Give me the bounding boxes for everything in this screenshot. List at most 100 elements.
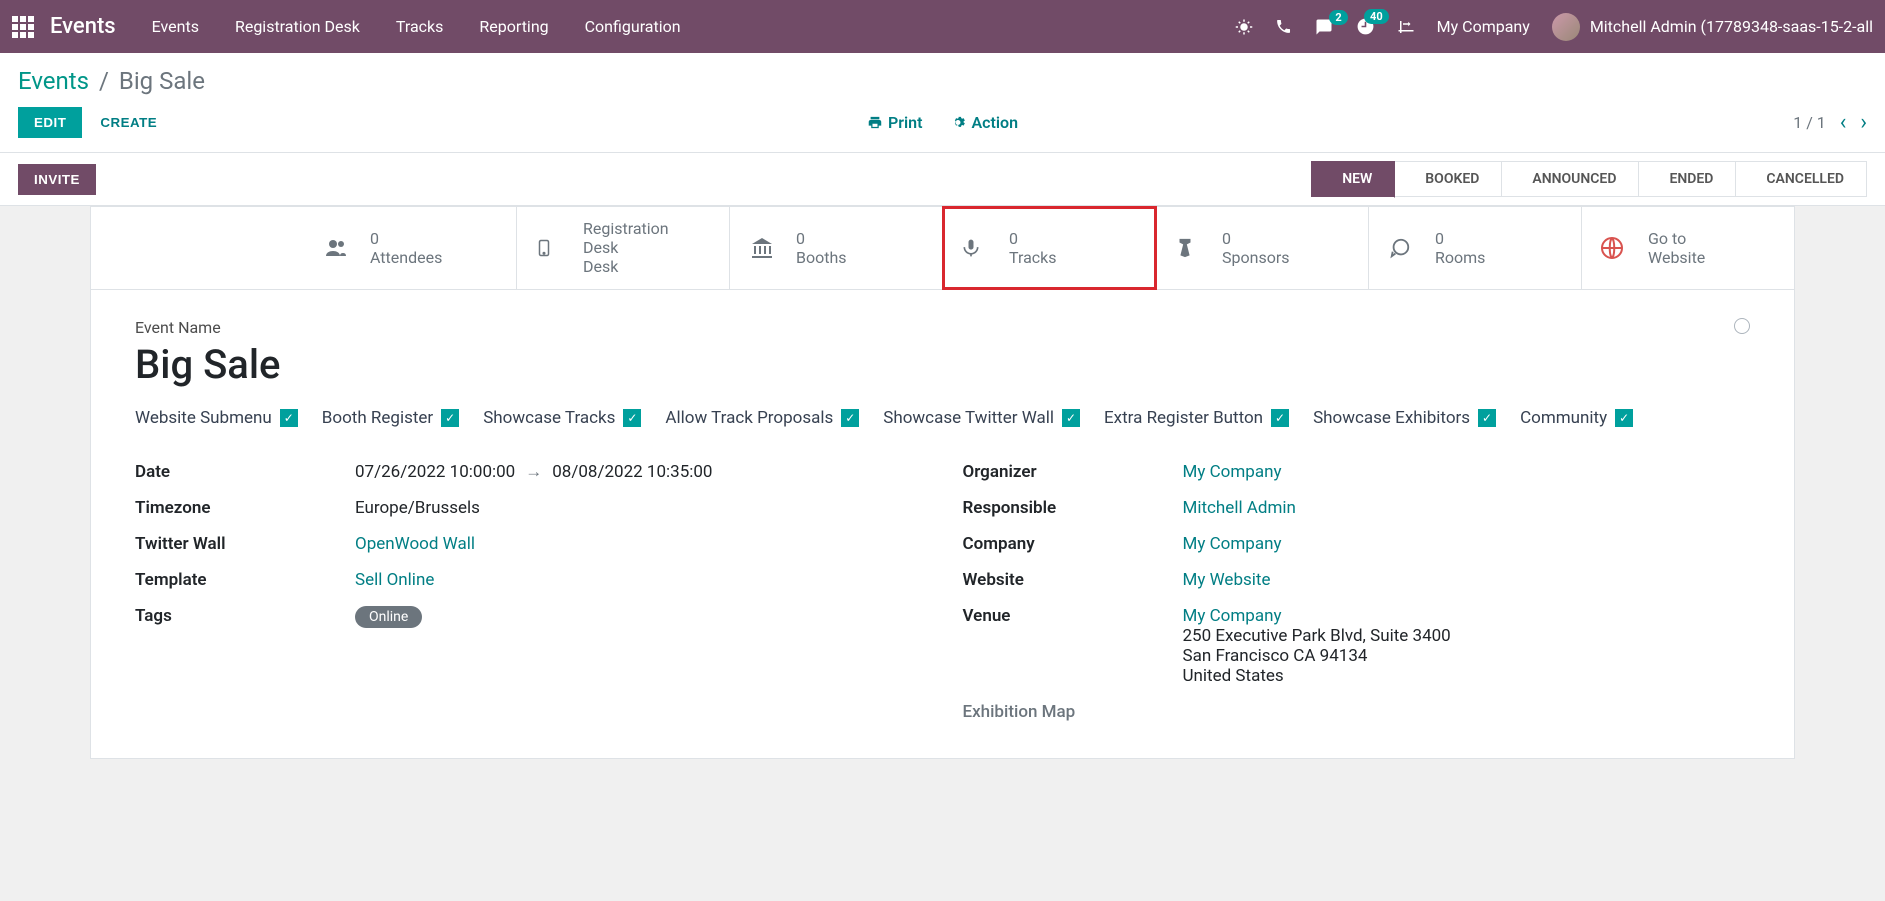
stat-registration-desk[interactable]: Registration DeskDesk [517,207,730,289]
stat-go-website[interactable]: Go toWebsite [1582,207,1794,289]
top-menu: Events Registration Desk Tracks Reportin… [152,17,681,36]
stage-announced[interactable]: ANNOUNCED [1502,161,1639,197]
chat-icon [1387,237,1417,259]
chk-booth-register[interactable]: ✓ [441,409,459,427]
phone-icon[interactable] [1275,18,1292,35]
organizer-label: Organizer [963,462,1183,482]
tie-icon [1174,236,1204,260]
status-bar: INVITE NEW BOOKED ANNOUNCED ENDED CANCEL… [0,153,1885,206]
stat-rooms[interactable]: 0Rooms [1369,207,1582,289]
chk-website-submenu[interactable]: ✓ [280,409,298,427]
tags-label: Tags [135,606,355,626]
kanban-state[interactable] [1734,318,1750,334]
bank-icon [748,236,778,260]
stat-tracks[interactable]: 0Tracks [943,207,1156,289]
website-label: Website [963,570,1183,590]
mobile-icon [535,235,565,261]
debug-icon[interactable] [1235,18,1253,36]
template-link[interactable]: Sell Online [355,570,434,590]
discuss-icon[interactable]: 2 [1314,18,1334,36]
stage-booked[interactable]: BOOKED [1395,161,1502,197]
pager-prev[interactable]: ‹ [1840,110,1847,135]
top-nav: Events Events Registration Desk Tracks R… [0,0,1885,53]
responsible-label: Responsible [963,498,1183,518]
tag-online[interactable]: Online [355,606,422,628]
menu-configuration[interactable]: Configuration [585,17,681,36]
pager-next[interactable]: › [1860,110,1867,135]
stat-buttons: 0Attendees Registration DeskDesk 0Booths… [91,207,1794,290]
company-switcher[interactable]: My Company [1437,17,1530,36]
venue-link[interactable]: My Company [1183,606,1282,626]
chk-showcase-tracks[interactable]: ✓ [623,409,641,427]
feature-checkboxes: Website Submenu✓ Booth Register✓ Showcas… [135,408,1750,428]
microphone-icon [961,235,991,261]
twitter-link[interactable]: OpenWood Wall [355,534,475,554]
stage-cancelled[interactable]: CANCELLED [1736,161,1867,197]
venue-label: Venue [963,606,1183,686]
chk-community-label: Community [1520,408,1607,428]
pager-text[interactable]: 1 / 1 [1793,113,1826,132]
stage-ended[interactable]: ENDED [1639,161,1736,197]
action-button[interactable]: Action [950,113,1018,132]
stat-sponsors[interactable]: 0Sponsors [1156,207,1369,289]
pager: 1 / 1 ‹ › [1793,110,1867,135]
control-panel: Events / Big Sale EDIT CREATE Print Acti… [0,53,1885,153]
user-name: Mitchell Admin (17789348-saas-15-2-all [1590,17,1873,36]
app-brand[interactable]: Events [50,14,116,39]
globe-icon [1600,236,1630,260]
activity-icon[interactable]: 40 [1356,17,1375,36]
settings-icon[interactable] [1397,18,1415,36]
activity-badge: 40 [1364,9,1389,24]
user-menu[interactable]: Mitchell Admin (17789348-saas-15-2-all [1552,13,1873,41]
chk-allow-track-proposals-label: Allow Track Proposals [665,408,833,428]
discuss-badge: 2 [1329,10,1347,25]
tz-value: Europe/Brussels [355,498,923,518]
chk-showcase-tracks-label: Showcase Tracks [483,408,615,428]
menu-tracks[interactable]: Tracks [396,17,444,36]
chk-community[interactable]: ✓ [1615,409,1633,427]
left-column: Date 07/26/2022 10:00:00→08/08/2022 10:3… [135,454,923,730]
chk-showcase-exhibitors[interactable]: ✓ [1478,409,1496,427]
stat-booths[interactable]: 0Booths [730,207,943,289]
website-link[interactable]: My Website [1183,570,1271,590]
form-sheet: 0Attendees Registration DeskDesk 0Booths… [90,206,1795,759]
print-button[interactable]: Print [867,113,923,132]
menu-registration-desk[interactable]: Registration Desk [235,17,360,36]
right-column: OrganizerMy Company ResponsibleMitchell … [963,454,1751,730]
breadcrumb-root[interactable]: Events [18,67,89,95]
menu-reporting[interactable]: Reporting [479,17,548,36]
chk-showcase-twitter-label: Showcase Twitter Wall [883,408,1054,428]
edit-button[interactable]: EDIT [18,107,82,138]
exhibition-map-label: Exhibition Map [963,702,1183,722]
breadcrumb: Events / Big Sale [18,67,205,95]
responsible-link[interactable]: Mitchell Admin [1183,498,1296,518]
chk-showcase-twitter[interactable]: ✓ [1062,409,1080,427]
company-label: Company [963,534,1183,554]
stage-pipeline: NEW BOOKED ANNOUNCED ENDED CANCELLED [1311,161,1867,197]
menu-events[interactable]: Events [152,17,199,36]
create-button[interactable]: CREATE [100,115,157,130]
date-label: Date [135,462,355,482]
chk-extra-register[interactable]: ✓ [1271,409,1289,427]
date-to: 08/08/2022 10:35:00 [552,462,712,482]
invite-button[interactable]: INVITE [18,164,96,195]
chk-extra-register-label: Extra Register Button [1104,408,1263,428]
organizer-link[interactable]: My Company [1183,462,1282,482]
attendees-icon [322,236,352,260]
stat-attendees[interactable]: 0Attendees [304,207,517,289]
company-link[interactable]: My Company [1183,534,1282,554]
avatar-icon [1552,13,1580,41]
stage-new[interactable]: NEW [1311,161,1395,197]
chk-booth-register-label: Booth Register [322,408,433,428]
chk-allow-track-proposals[interactable]: ✓ [841,409,859,427]
arrow-right-icon: → [525,462,542,482]
tz-label: Timezone [135,498,355,518]
chk-showcase-exhibitors-label: Showcase Exhibitors [1313,408,1470,428]
venue-value: My Company 250 Executive Park Blvd, Suit… [1183,606,1751,686]
apps-icon[interactable] [12,16,34,38]
event-name-label: Event Name [135,318,1750,337]
twitter-label: Twitter Wall [135,534,355,554]
breadcrumb-current: Big Sale [119,67,205,95]
print-icon [867,115,882,130]
event-name: Big Sale [135,341,1750,388]
